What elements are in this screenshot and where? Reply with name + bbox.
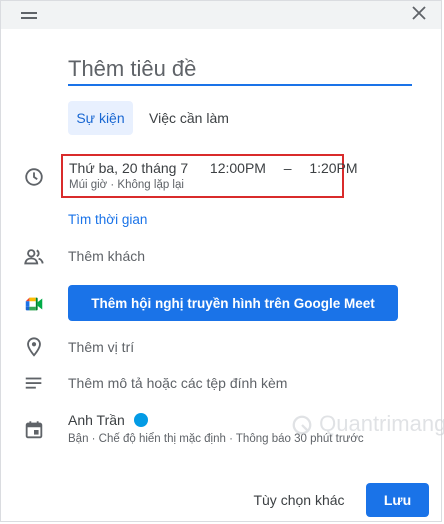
more-options-button[interactable]: Tùy chọn khác xyxy=(237,483,361,517)
description-icon xyxy=(23,373,45,395)
timezone-recurrence-text[interactable]: Múi giờ · Không lặp lại xyxy=(69,179,184,191)
event-end-time[interactable]: 1:20PM xyxy=(309,160,357,176)
drag-handle-icon[interactable] xyxy=(21,8,37,19)
add-guests-field[interactable]: Thêm khách xyxy=(68,248,145,264)
watermark-logo-icon xyxy=(292,415,312,435)
event-title-input[interactable] xyxy=(68,54,412,86)
add-google-meet-button[interactable]: Thêm hội nghị truyền hình trên Google Me… xyxy=(68,285,398,321)
find-time-link[interactable]: Tìm thời gian xyxy=(68,212,147,227)
calendar-owner-name[interactable]: Anh Trần xyxy=(68,412,125,428)
add-description-field[interactable]: Thêm mô tả hoặc các tệp đính kèm xyxy=(68,375,287,391)
watermark: Quantrimang xyxy=(291,411,444,437)
calendar-color-dot xyxy=(134,413,148,427)
time-separator: – xyxy=(283,160,292,176)
clock-icon xyxy=(23,166,45,188)
close-icon[interactable] xyxy=(411,5,427,21)
event-date[interactable]: Thứ ba, 20 tháng 7 xyxy=(69,160,188,176)
event-datetime[interactable]: Thứ ba, 20 tháng 7 12:00PM – 1:20PM xyxy=(69,160,358,176)
google-meet-icon xyxy=(23,293,45,315)
watermark-text: Quantrimang xyxy=(319,411,444,436)
dialog-header[interactable] xyxy=(1,1,441,29)
tab-event[interactable]: Sự kiện xyxy=(68,101,133,135)
tab-task[interactable]: Việc cần làm xyxy=(149,101,229,135)
people-icon xyxy=(23,246,45,268)
add-location-field[interactable]: Thêm vị trí xyxy=(68,339,134,355)
event-quick-create-dialog: Sự kiện Việc cần làm Thứ ba, 20 tháng 7 … xyxy=(0,0,444,522)
save-button[interactable]: Lưu xyxy=(366,483,429,517)
calendar-icon xyxy=(23,419,45,441)
location-pin-icon xyxy=(23,336,45,358)
event-start-time[interactable]: 12:00PM xyxy=(210,160,266,176)
